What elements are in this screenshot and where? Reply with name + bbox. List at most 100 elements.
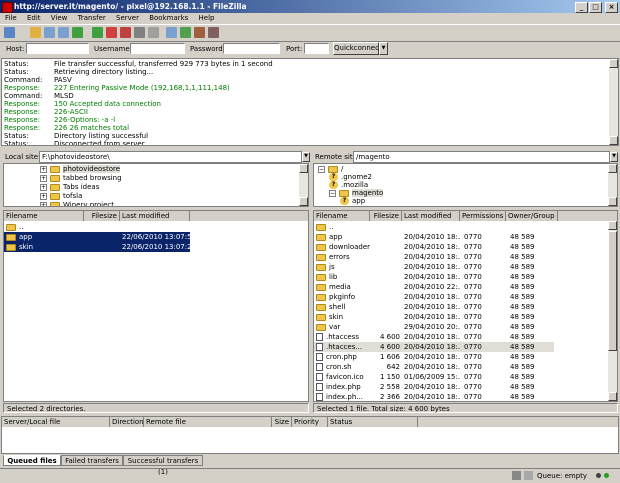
table-row[interactable]: cron.php 1 606 20/04/2010 18:... 0770 48 589 (314, 352, 554, 362)
menu-transfer[interactable]: Transfer (78, 14, 106, 22)
file-modified: 20/04/2010 18:... (404, 313, 460, 321)
refresh-icon[interactable] (72, 27, 83, 38)
queue-col-server-local-file[interactable]: Server/Local file (2, 417, 110, 427)
col-filesize[interactable]: Filesize (370, 211, 402, 221)
menu-edit[interactable]: Edit (27, 14, 41, 22)
queue-col-direction[interactable]: Direction (110, 417, 144, 427)
table-row[interactable]: .. (314, 222, 554, 232)
cancel-icon[interactable] (106, 27, 117, 38)
local-site-path[interactable]: F:\photovideostore\ (39, 151, 302, 163)
remote-site-path[interactable]: /magento (353, 151, 610, 163)
table-row[interactable]: .. (4, 222, 304, 232)
table-row[interactable]: skin 22/06/2010 13:07:26 (4, 242, 190, 252)
search-icon[interactable] (194, 27, 205, 38)
tree-node[interactable]: + tofsla (40, 192, 82, 201)
table-row[interactable]: errors 20/04/2010 18:... 0770 48 589 (314, 252, 554, 262)
table-row[interactable]: .htaccess 4 600 20/04/2010 18:... 0770 48 58… (314, 332, 554, 342)
port-input[interactable] (304, 43, 329, 54)
scroll-down-icon[interactable] (608, 392, 617, 401)
queue-col-priority[interactable]: Priority (292, 417, 328, 427)
col-owner-group[interactable]: Owner/Group (506, 211, 558, 221)
scroll-up-icon[interactable] (609, 59, 618, 68)
filter-icon[interactable] (166, 27, 177, 38)
expand-icon[interactable]: + (40, 201, 47, 206)
close-button[interactable]: × (605, 2, 618, 13)
menu-server[interactable]: Server (116, 14, 139, 22)
quickconnect-button[interactable]: Quickconnect (333, 42, 382, 55)
tree-node[interactable]: + tabbed browsing (40, 174, 122, 183)
maximize-button[interactable]: □ (589, 2, 602, 13)
table-row[interactable]: index.ph... 2 366 20/04/2010 18:... 0770 48 … (314, 392, 554, 401)
tree-node[interactable]: ? app (340, 197, 365, 206)
menu-bookmarks[interactable]: Bookmarks (149, 14, 188, 22)
col-filesize[interactable]: Filesize (84, 211, 120, 221)
sync-browse-icon[interactable] (180, 27, 191, 38)
table-row[interactable]: lib 20/04/2010 18:... 0770 48 589 (314, 272, 554, 282)
table-row[interactable]: pkginfo 20/04/2010 18:... 0770 48 589 (314, 292, 554, 302)
toggle-log-icon[interactable] (30, 27, 41, 38)
log-scrollbar[interactable] (609, 59, 618, 145)
tree-node[interactable]: + photovideostore (40, 165, 121, 174)
password-input[interactable] (223, 43, 280, 54)
toggle-remote-tree-icon[interactable] (58, 27, 69, 38)
toggle-local-tree-icon[interactable] (44, 27, 55, 38)
disconnect-icon[interactable] (120, 27, 131, 38)
table-row[interactable]: favicon.ico 1 150 01/06/2009 15:... 0770 48 … (314, 372, 554, 382)
queue-col-size[interactable]: Size (272, 417, 292, 427)
tab-failed-transfers[interactable]: Failed transfers (61, 455, 123, 466)
menu-file[interactable]: File (5, 14, 17, 22)
expand-icon[interactable]: + (40, 192, 47, 200)
tree-node[interactable]: + Tabs ideas (40, 183, 99, 192)
tab-successful-transfers[interactable]: Successful transfers (1) (123, 455, 203, 476)
stop-icon[interactable] (148, 27, 159, 38)
remote-site-dropdown[interactable]: ▼ (610, 152, 618, 162)
site-manager-icon[interactable] (4, 27, 15, 38)
local-site-dropdown[interactable]: ▼ (302, 152, 310, 162)
col-last-modified[interactable]: Last modified (120, 211, 190, 221)
quickconnect-dropdown[interactable]: ▼ (379, 42, 388, 55)
queue-col-status[interactable]: Status (328, 417, 418, 427)
menu-help[interactable]: Help (199, 14, 215, 22)
scroll-down-icon[interactable] (609, 136, 618, 145)
process-queue-icon[interactable] (92, 27, 103, 38)
table-row[interactable]: js 20/04/2010 18:... 0770 48 589 (314, 262, 554, 272)
scroll-up-icon[interactable] (608, 164, 617, 173)
table-row[interactable]: index.php 2 558 20/04/2010 18:... 0770 48 58… (314, 382, 554, 392)
host-input[interactable] (26, 43, 89, 54)
table-row[interactable]: cron.sh 642 20/04/2010 18:... 0770 48 589 (314, 362, 554, 372)
col-filename[interactable]: Filename (4, 211, 84, 221)
scroll-down-icon[interactable] (299, 197, 308, 206)
table-row[interactable]: downloader 20/04/2010 18:... 0770 48 589 (314, 242, 554, 252)
tab-queued-files[interactable]: Queued files (3, 455, 61, 466)
scroll-down-icon[interactable] (608, 197, 617, 206)
tree-node[interactable]: + Winery project (40, 201, 114, 206)
scroll-up-icon[interactable] (608, 221, 617, 230)
minimize-button[interactable]: _ (575, 2, 588, 13)
remote-site-bar: Remote site: /magento ▼ (313, 151, 618, 163)
expand-icon[interactable]: + (40, 165, 47, 173)
local-tree-scrollbar[interactable] (299, 164, 308, 206)
table-row[interactable]: var 29/04/2010 20:... 0770 48 589 (314, 322, 554, 332)
menu-view[interactable]: View (51, 14, 68, 22)
remote-tree-scrollbar[interactable] (608, 164, 617, 206)
table-row[interactable]: media 20/04/2010 22:... 0770 48 589 (314, 282, 554, 292)
compare-icon[interactable] (208, 27, 219, 38)
col-permissions[interactable]: Permissions (460, 211, 506, 221)
collapse-icon[interactable]: − (329, 189, 336, 197)
table-row[interactable]: .htacces... 4 600 20/04/2010 18:... 0770 48 … (314, 342, 554, 352)
collapse-icon[interactable]: − (318, 165, 325, 173)
table-row[interactable]: shell 20/04/2010 18:... 0770 48 589 (314, 302, 554, 312)
username-input[interactable] (130, 43, 185, 54)
expand-icon[interactable]: + (40, 174, 47, 182)
col-filename[interactable]: Filename (314, 211, 370, 221)
reconnect-icon[interactable] (134, 27, 145, 38)
queue-col-remote-file[interactable]: Remote file (144, 417, 272, 427)
table-row[interactable]: skin 20/04/2010 18:... 0770 48 589 (314, 312, 554, 322)
scroll-thumb[interactable] (608, 231, 617, 351)
table-row[interactable]: app 20/04/2010 18:... 0770 48 589 (314, 232, 554, 242)
remote-list-scrollbar[interactable] (608, 221, 617, 401)
col-last-modified[interactable]: Last modified (402, 211, 460, 221)
expand-icon[interactable]: + (40, 183, 47, 191)
table-row[interactable]: app 22/06/2010 13:07:56 (4, 232, 190, 242)
scroll-up-icon[interactable] (299, 164, 308, 173)
